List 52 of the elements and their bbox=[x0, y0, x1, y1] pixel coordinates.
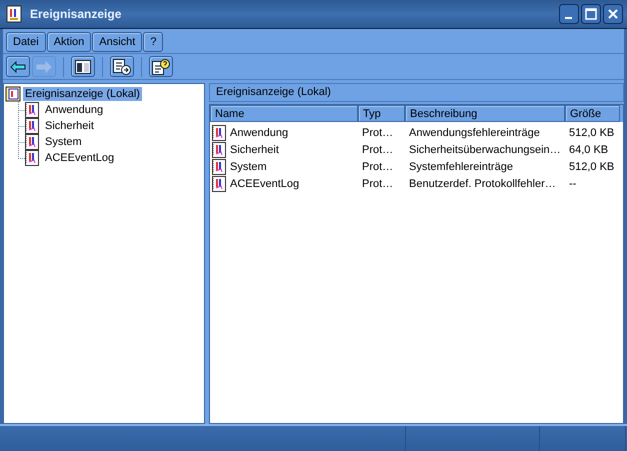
table-cell: 512,0 KB bbox=[569, 160, 614, 172]
log-icon bbox=[212, 176, 226, 192]
export-list-icon bbox=[113, 58, 131, 74]
help-button[interactable] bbox=[149, 56, 173, 77]
log-icon bbox=[212, 142, 226, 158]
column-header[interactable]: Beschreibung bbox=[405, 105, 565, 122]
menu-item[interactable]: Aktion bbox=[46, 32, 92, 52]
pane-header: Ereignisanzeige (Lokal) bbox=[209, 83, 624, 102]
menu-item[interactable]: ? bbox=[143, 32, 164, 52]
table-cell: 512,0 KB bbox=[569, 126, 614, 138]
close-button[interactable] bbox=[603, 4, 623, 24]
help-icon bbox=[152, 58, 170, 74]
table-cell: Sicherheit bbox=[230, 144, 279, 156]
table-cell: Prot… bbox=[362, 144, 394, 156]
menu-item[interactable]: Ansicht bbox=[92, 32, 142, 52]
tree-item[interactable]: Sicherheit bbox=[43, 119, 96, 133]
table-cell: Sicherheitsüberwachungsein… bbox=[409, 144, 561, 156]
menu-item[interactable]: Datei bbox=[6, 32, 46, 52]
log-icon bbox=[25, 134, 39, 150]
export-button[interactable] bbox=[110, 56, 134, 77]
column-header[interactable]: Name bbox=[210, 105, 358, 122]
log-icon bbox=[212, 158, 226, 174]
table-cell: 64,0 KB bbox=[569, 144, 608, 156]
pane-toggle-button[interactable] bbox=[71, 56, 95, 77]
tree-item[interactable]: Ereignisanzeige (Lokal) bbox=[23, 87, 142, 101]
table-cell: Anwendungsfehlereinträge bbox=[409, 126, 540, 138]
table-cell: Prot… bbox=[362, 126, 394, 138]
arrow-icon bbox=[36, 60, 52, 72]
table-cell: -- bbox=[569, 178, 576, 190]
table-cell: Anwendung bbox=[230, 126, 288, 138]
back-button[interactable] bbox=[6, 56, 30, 77]
table-cell: System bbox=[230, 160, 267, 172]
tree-item[interactable]: Anwendung bbox=[43, 103, 106, 117]
tree-item[interactable]: System bbox=[43, 135, 84, 149]
log-icon bbox=[6, 5, 22, 23]
table-cell: Prot… bbox=[362, 178, 394, 190]
column-header[interactable]: Typ bbox=[358, 105, 405, 122]
table-cell: Benutzerdef. Protokollfehler… bbox=[409, 178, 556, 190]
log-icon bbox=[212, 124, 226, 140]
table-cell: Prot… bbox=[362, 160, 394, 172]
arrow-icon bbox=[10, 60, 26, 72]
log-icon bbox=[25, 102, 39, 118]
panes-icon bbox=[75, 60, 91, 74]
maximize-button[interactable] bbox=[581, 4, 601, 24]
tree-item[interactable]: ACEEventLog bbox=[43, 151, 116, 165]
window-title: Ereignisanzeige bbox=[30, 7, 122, 21]
table-cell: ACEEventLog bbox=[230, 178, 300, 190]
table-cell: Systemfehlereinträge bbox=[409, 160, 513, 172]
log-icon bbox=[25, 150, 39, 166]
log-icon bbox=[25, 118, 39, 134]
column-header[interactable]: Größe bbox=[565, 105, 620, 122]
minimize-button[interactable] bbox=[559, 4, 579, 24]
